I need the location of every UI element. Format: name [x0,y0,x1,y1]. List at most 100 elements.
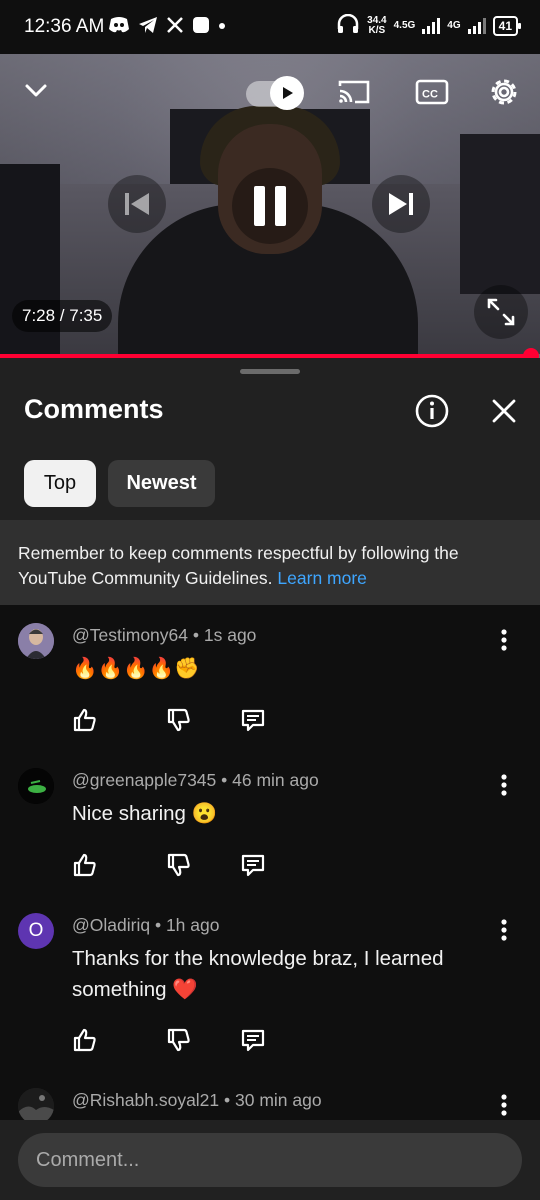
thumbs-up-icon [73,853,96,877]
avatar[interactable] [18,1088,54,1120]
thumbs-down-icon [167,853,190,877]
reply-button[interactable] [240,852,266,878]
autoplay-toggle[interactable] [246,76,306,110]
comment-author[interactable]: @greenapple7345 [72,770,216,790]
avatar[interactable]: O [18,913,54,949]
info-icon [415,394,449,428]
more-notifications-dot-icon [218,16,226,40]
telegram-icon [138,16,158,40]
more-vertical-icon [501,919,507,941]
next-button[interactable] [372,175,430,233]
comment-menu-button[interactable] [492,915,516,945]
green-apple-avatar-icon [18,768,54,804]
settings-button[interactable] [486,74,522,110]
chip-top[interactable]: Top [24,460,96,507]
comment-item: @Testimony64 • 1s ago 🔥🔥🔥🔥✊ [0,623,540,733]
dislike-button[interactable] [166,1027,192,1053]
speed-value: 34.4 [367,14,387,26]
autoplay-knob [270,76,304,110]
landscape-avatar-icon [18,1088,54,1120]
video-frame-furniture-right [460,134,540,294]
comment-text: Nice sharing 😮 [72,802,218,825]
comment-actions [72,1027,266,1053]
headphones-icon [336,13,360,37]
like-button[interactable] [72,707,98,733]
comment-item: O @Oladiriq • 1h ago Thanks for the know… [0,913,540,1063]
like-button[interactable] [72,1027,98,1053]
comment-author[interactable]: @Testimony64 [72,625,188,645]
comment-author[interactable]: @Oladiriq [72,915,150,935]
signal-bars-1-icon [422,17,441,34]
comment-meta: @Rishabh.soyal21 • 30 min ago [72,1090,322,1110]
close-button[interactable] [488,395,520,427]
reply-button[interactable] [240,1027,266,1053]
battery-level: 41 [498,18,512,33]
comment-time: 1h ago [165,915,220,935]
chip-newest[interactable]: Newest [108,460,215,507]
comment-item: @greenapple7345 • 46 min ago Nice sharin… [0,768,540,878]
battery-icon: 41 [492,15,522,36]
comment-menu-button[interactable] [492,625,516,655]
more-vertical-icon [501,1094,507,1116]
avatar[interactable] [18,768,54,804]
comment-author[interactable]: @Rishabh.soyal21 [72,1090,219,1110]
x-icon [166,16,184,40]
like-button[interactable] [72,852,98,878]
guidelines-notice: Remember to keep comments respectful by … [0,520,540,605]
thumbs-down-icon [167,708,190,732]
reply-icon [241,709,265,732]
captions-icon: CC [415,79,449,105]
fullscreen-button[interactable] [474,285,528,339]
previous-icon [125,193,149,215]
more-vertical-icon [501,774,507,796]
fullscreen-icon [487,298,515,326]
minimize-button[interactable] [20,74,52,106]
app-icon [192,16,210,40]
comments-panel: Comments Top Newest Remember to keep com… [0,358,540,1200]
comment-actions [72,852,266,878]
captions-button[interactable]: CC [414,76,450,108]
avatar-letter: O [28,920,44,941]
comment-meta: @greenapple7345 • 46 min ago [72,770,319,790]
speed-unit: K/S [368,24,386,36]
comment-time: 1s ago [203,625,257,645]
pause-button[interactable] [232,168,308,244]
cast-icon [338,80,370,104]
video-time-label: 7:28 / 7:35 [12,300,113,332]
notification-icons [108,16,226,40]
thumbs-up-icon [73,1028,96,1052]
pause-icon [254,186,286,226]
reply-icon [241,1029,265,1052]
previous-button[interactable] [108,175,166,233]
video-player[interactable]: CC 7:28 / 7:35 [0,54,540,358]
network-speed: 34.4 K/S [367,14,387,36]
status-time: 12:36 AM [24,16,105,37]
comment-meta: @Testimony64 • 1s ago [72,625,257,645]
comment-item: @Rishabh.soyal21 • 30 min ago [0,1088,540,1120]
signal-bars-2-icon [467,17,486,34]
comment-meta: @Oladiriq • 1h ago [72,915,220,935]
comment-actions [72,707,266,733]
reply-button[interactable] [240,707,266,733]
learn-more-link[interactable]: Learn more [277,568,367,588]
comment-text: Thanks for the knowledge braz, I learned… [72,947,444,1001]
play-icon [283,87,293,99]
chevron-down-icon [25,84,47,97]
next-icon [389,193,413,215]
user-avatar-icon [18,623,54,659]
info-button[interactable] [414,393,450,429]
notice-text-wrap: Remember to keep comments respectful by … [18,541,518,591]
comment-menu-button[interactable] [492,1090,516,1120]
settings-icon [491,79,517,105]
drag-handle[interactable] [240,369,300,374]
comment-input[interactable] [18,1133,522,1187]
notice-text: Remember to keep comments respectful by … [18,543,459,588]
dislike-button[interactable] [166,707,192,733]
comment-text: 🔥🔥🔥🔥✊ [72,657,200,680]
dislike-button[interactable] [166,852,192,878]
status-bar: 12:36 AM 34.4 K/S 4.5G 4G 41 [0,0,540,54]
cast-button[interactable] [336,76,372,108]
avatar[interactable] [18,623,54,659]
comment-menu-button[interactable] [492,770,516,800]
thumbs-up-icon [73,708,96,732]
